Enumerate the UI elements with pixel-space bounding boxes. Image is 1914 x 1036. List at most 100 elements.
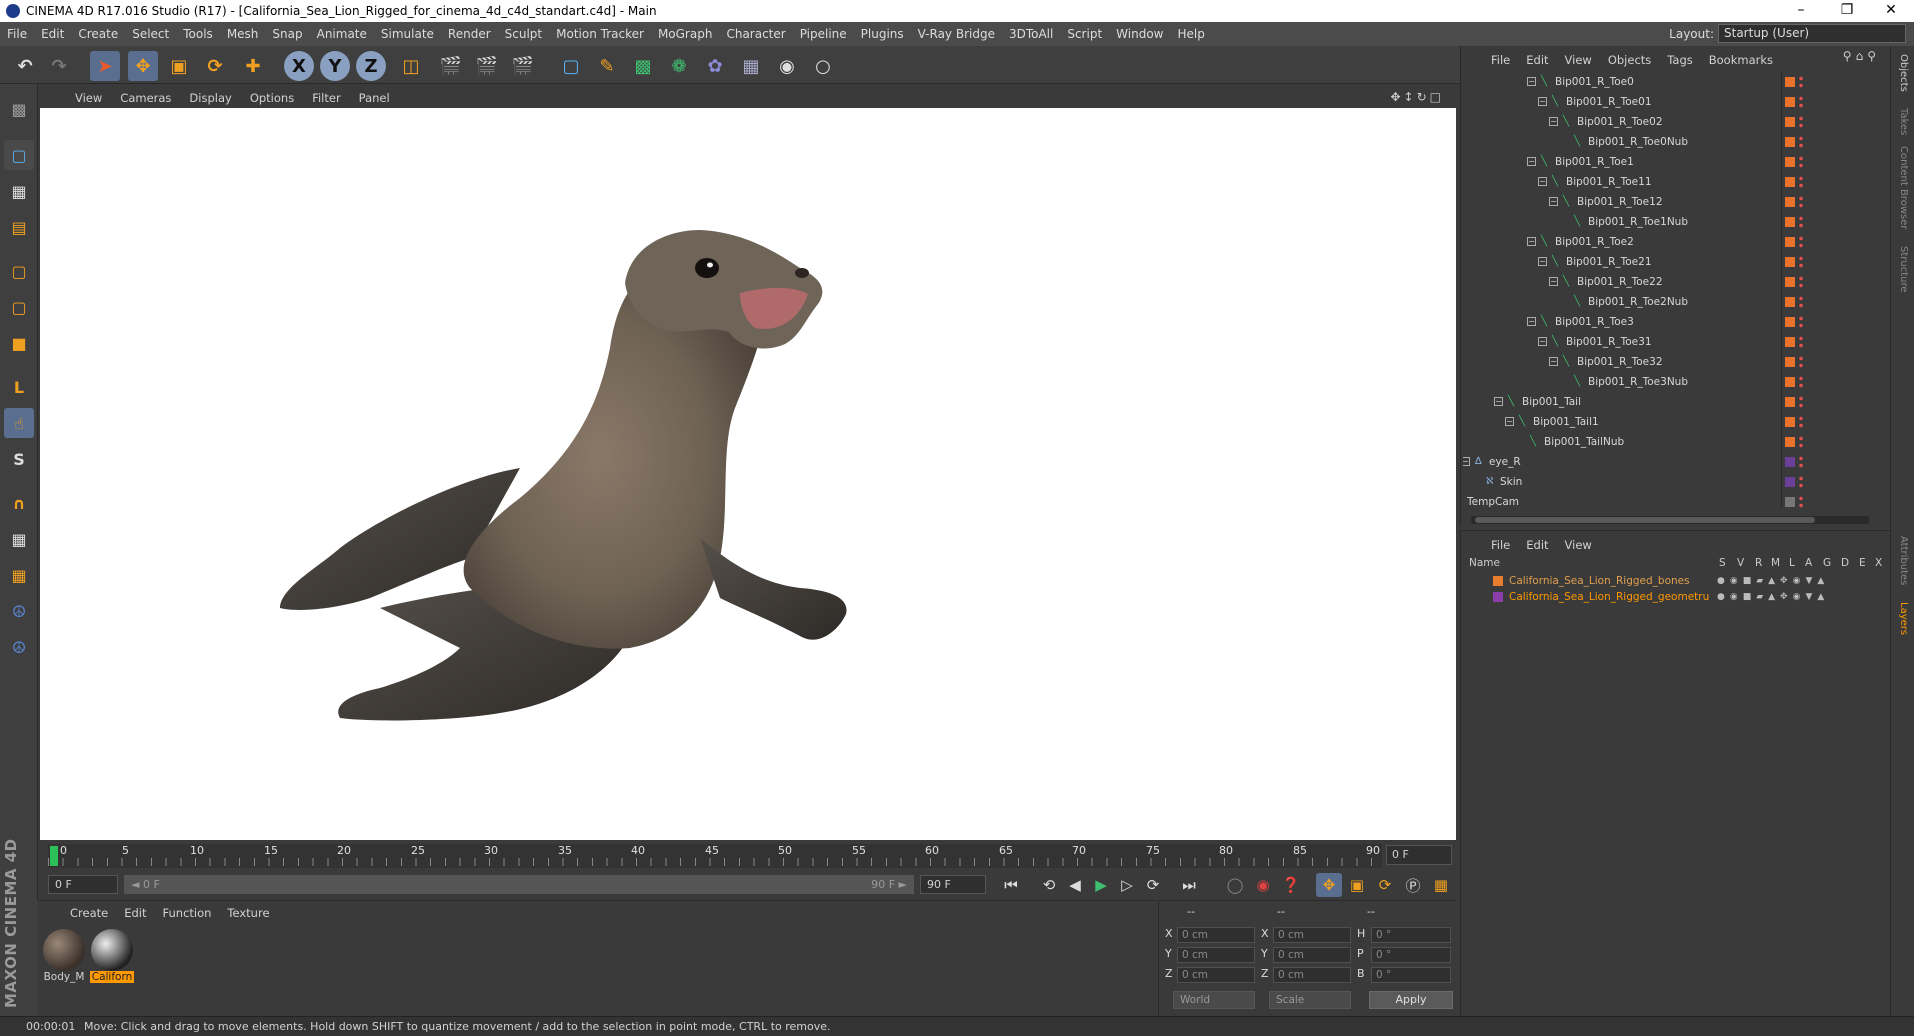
layer-tag[interactable] — [1785, 97, 1795, 107]
start-frame-field[interactable]: 0 F — [48, 875, 118, 894]
material-swatch[interactable]: Body_M — [42, 929, 86, 989]
object-name[interactable]: Bip001_R_Toe1Nub — [1588, 212, 1688, 232]
layers-menu-file[interactable]: File — [1483, 538, 1518, 552]
restore-button[interactable]: ❐ — [1824, 0, 1870, 22]
viewport-menu-filter[interactable]: Filter — [303, 91, 349, 105]
objects-menu-bookmarks[interactable]: Bookmarks — [1701, 53, 1781, 67]
autokey-icon[interactable]: ❓ — [1278, 873, 1304, 897]
key-scale-icon[interactable]: ▣ — [1344, 873, 1370, 897]
menu-edit[interactable]: Edit — [34, 27, 71, 41]
layer-tag[interactable] — [1785, 337, 1795, 347]
object-name[interactable]: Bip001_R_Toe0Nub — [1588, 132, 1688, 152]
visibility-dots[interactable] — [1799, 415, 1803, 429]
layer-flags[interactable]: ●◉■▰▲✥◉▼▲ — [1717, 589, 1829, 605]
layers-menu-view[interactable]: View — [1557, 538, 1600, 552]
object-name[interactable]: Bip001_R_Toe0 — [1555, 72, 1634, 92]
object-tree-row[interactable]: − ╲ Bip001_R_Toe1 — [1463, 152, 1869, 172]
object-name[interactable]: Bip001_R_Toe3 — [1555, 312, 1634, 332]
render-picture-viewer-icon[interactable]: 🎬 — [472, 51, 502, 81]
visibility-dots[interactable] — [1799, 255, 1803, 269]
floor-icon[interactable]: ▦ — [736, 51, 766, 81]
objects-menu-view[interactable]: View — [1557, 53, 1600, 67]
objects-menu-objects[interactable]: Objects — [1600, 53, 1659, 67]
viewport-menu-cameras[interactable]: Cameras — [111, 91, 180, 105]
visibility-dots[interactable] — [1799, 495, 1803, 508]
object-tree-row[interactable]: − ╲ Bip001_R_Toe32 — [1463, 352, 1869, 372]
close-button[interactable]: ✕ — [1868, 0, 1914, 22]
objects-menu-edit[interactable]: Edit — [1518, 53, 1556, 67]
object-name[interactable]: Bip001_R_Toe01 — [1566, 92, 1652, 112]
apply-button[interactable]: Apply — [1369, 991, 1453, 1009]
position-y-field[interactable]: 0 cm — [1177, 947, 1255, 963]
objects-menu-tags[interactable]: Tags — [1659, 53, 1700, 67]
polygons-mode-icon[interactable]: ■ — [4, 328, 34, 358]
expand-toggle[interactable]: − — [1538, 337, 1547, 346]
object-tree-row[interactable]: − ╲ Bip001_R_Toe0 — [1463, 72, 1869, 92]
menu-simulate[interactable]: Simulate — [374, 27, 441, 41]
menu-help[interactable]: Help — [1170, 27, 1211, 41]
expand-toggle[interactable]: − — [1549, 117, 1558, 126]
object-name[interactable]: Bip001_R_Toe22 — [1577, 272, 1663, 292]
move-icon[interactable]: ✥ — [128, 51, 158, 81]
rotation-p-field[interactable]: 0 ° — [1371, 947, 1451, 963]
object-manager-search-icons[interactable]: ⚲⌂⚲ — [1843, 49, 1880, 63]
viewport-menu-panel[interactable]: Panel — [350, 91, 399, 105]
redo-icon[interactable]: ↷ — [44, 51, 74, 81]
visibility-dots[interactable] — [1799, 315, 1803, 329]
next-frame-icon[interactable]: ▷ — [1114, 873, 1140, 897]
frame-range-slider[interactable]: ◄ 0 F 90 F ► — [124, 875, 914, 894]
menu-pipeline[interactable]: Pipeline — [793, 27, 854, 41]
cloner-icon[interactable]: ❁ — [664, 51, 694, 81]
model-mode-icon[interactable]: ▢ — [4, 140, 34, 170]
visibility-dots[interactable] — [1799, 295, 1803, 309]
material-swatch[interactable]: Californ — [90, 929, 134, 989]
object-tree-row[interactable]: − ╲ Bip001_Tail — [1463, 392, 1869, 412]
timeline-ruler[interactable]: 0 5 10 15 20 25 30 35 40 45 50 55 60 65 … — [48, 844, 1382, 868]
select-arrow-icon[interactable]: ➤ — [90, 51, 120, 81]
visibility-dots[interactable] — [1799, 195, 1803, 209]
visibility-dots[interactable] — [1799, 375, 1803, 389]
visibility-dots[interactable] — [1799, 75, 1803, 89]
material-menu-function[interactable]: Function — [155, 906, 220, 920]
timeline[interactable]: 0 5 10 15 20 25 30 35 40 45 50 55 60 65 … — [38, 842, 1456, 870]
axis-x-button[interactable]: X — [284, 51, 314, 81]
object-name[interactable]: Bip001_R_Toe32 — [1577, 352, 1663, 372]
object-name[interactable]: TempCam — [1467, 492, 1519, 508]
tab-takes[interactable]: Takes — [1898, 108, 1909, 135]
play-icon[interactable]: ▶ — [1088, 873, 1114, 897]
object-name[interactable]: Bip001_R_Toe21 — [1566, 252, 1652, 272]
object-tree-row[interactable]: − ╲ Bip001_R_Toe21 — [1463, 252, 1869, 272]
material-menu-texture[interactable]: Texture — [219, 906, 277, 920]
menu-script[interactable]: Script — [1060, 27, 1109, 41]
expand-toggle[interactable]: − — [1527, 317, 1536, 326]
layer-flags[interactable]: ●◉■▰▲✥◉▼▲ — [1717, 573, 1829, 589]
object-tree-row[interactable]: ╲ Bip001_R_Toe1Nub — [1463, 212, 1869, 232]
objects-menu-file[interactable]: File — [1483, 53, 1518, 67]
key-parameter-icon[interactable]: Ⓟ — [1400, 873, 1426, 897]
visibility-dots[interactable] — [1799, 215, 1803, 229]
object-tree-row[interactable]: ▣TempCam — [1463, 492, 1869, 508]
next-key-icon[interactable]: ⟳ — [1140, 873, 1166, 897]
make-editable-icon[interactable]: ▩ — [4, 94, 34, 124]
lock-workplane-icon[interactable]: ▦ — [4, 524, 34, 554]
size-z-field[interactable]: 0 cm — [1273, 967, 1351, 983]
tab-structure[interactable]: Structure — [1898, 246, 1909, 293]
visibility-dots[interactable] — [1799, 115, 1803, 129]
expand-toggle[interactable]: − — [1549, 197, 1558, 206]
menu-vray-bridge[interactable]: V-Ray Bridge — [911, 27, 1002, 41]
scale-icon[interactable]: ▣ — [164, 51, 194, 81]
layer-tag[interactable] — [1785, 457, 1795, 467]
previous-frame-icon[interactable]: ◀ — [1062, 873, 1088, 897]
menu-mesh[interactable]: Mesh — [220, 27, 266, 41]
coordinate-space-dropdown[interactable]: World — [1173, 991, 1255, 1009]
position-z-field[interactable]: 0 cm — [1177, 967, 1255, 983]
coordinate-system-icon[interactable]: ◫ — [396, 51, 426, 81]
expand-toggle[interactable]: − — [1538, 257, 1547, 266]
object-tree-row[interactable]: ℵ Skin — [1463, 472, 1869, 492]
layer-tag[interactable] — [1785, 397, 1795, 407]
object-tree-row[interactable]: − ╲ Bip001_R_Toe22 — [1463, 272, 1869, 292]
position-x-field[interactable]: 0 cm — [1177, 927, 1255, 943]
expand-toggle[interactable]: − — [1494, 397, 1503, 406]
expand-toggle[interactable]: − — [1505, 417, 1514, 426]
key-rotation-icon[interactable]: ⟳ — [1372, 873, 1398, 897]
